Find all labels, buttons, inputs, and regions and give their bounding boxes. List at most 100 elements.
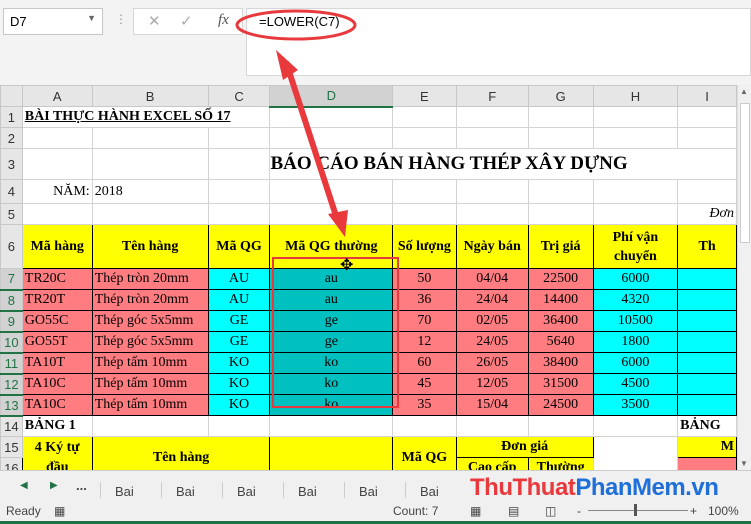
data-cell[interactable]: Thép tấm 10mm [91, 373, 209, 395]
cell[interactable] [269, 203, 394, 225]
data-cell[interactable]: AU [207, 289, 271, 311]
data-cell[interactable]: 45 [392, 373, 457, 395]
data-cell[interactable] [677, 373, 737, 395]
data-cell[interactable] [677, 268, 737, 290]
row-header[interactable]: 8 [0, 289, 23, 312]
scroll-thumb[interactable] [740, 103, 750, 243]
data-cell[interactable]: 10500 [592, 310, 679, 332]
data-cell[interactable]: 04/04 [455, 268, 529, 290]
macro-record-icon[interactable]: ▦ [54, 504, 65, 518]
cell[interactable] [677, 106, 737, 128]
column-title[interactable]: Mã QG thường [269, 224, 394, 269]
cell[interactable] [527, 127, 594, 149]
zoom-in-button[interactable]: + [690, 504, 697, 518]
row-header[interactable]: 11 [0, 352, 23, 375]
data-cell[interactable]: 12 [392, 331, 457, 353]
cell[interactable] [592, 415, 679, 437]
cell[interactable] [527, 179, 594, 204]
cell[interactable] [455, 179, 529, 204]
data-cell[interactable]: ge [269, 331, 394, 353]
cell[interactable] [21, 148, 93, 180]
data-cell[interactable]: TA10T [21, 352, 93, 374]
table1-col-empty[interactable] [269, 436, 394, 470]
data-cell[interactable]: Thép tròn 20mm [91, 268, 209, 290]
column-title[interactable]: Phí vận chuyển [592, 224, 679, 269]
cell[interactable] [392, 203, 457, 225]
data-cell[interactable]: 36400 [527, 310, 594, 332]
data-cell[interactable]: KO [207, 394, 271, 416]
cell[interactable] [392, 179, 457, 204]
page-layout-icon[interactable]: ▤ [508, 504, 519, 518]
cell[interactable] [269, 106, 394, 128]
unit-label[interactable]: Đơn [677, 203, 737, 225]
cell[interactable] [207, 148, 271, 180]
row-header[interactable]: 4 [0, 179, 23, 204]
data-cell[interactable] [677, 331, 737, 353]
row-header[interactable]: 6 [0, 224, 23, 269]
data-cell[interactable]: AU [207, 268, 271, 290]
column-header-c[interactable]: C [207, 85, 271, 107]
data-cell[interactable]: 24/04 [455, 289, 529, 311]
data-cell[interactable]: ko [269, 394, 394, 416]
data-cell[interactable]: 24500 [527, 394, 594, 416]
zoom-slider-thumb[interactable] [634, 504, 637, 516]
row-header[interactable]: 5 [0, 203, 23, 225]
data-cell[interactable]: TR20C [21, 268, 93, 290]
cell[interactable] [592, 179, 679, 204]
cell[interactable] [207, 127, 271, 149]
data-cell[interactable]: 15/04 [455, 394, 529, 416]
insert-function-icon[interactable]: fx [218, 12, 229, 29]
data-cell[interactable]: ko [269, 373, 394, 395]
column-header-e[interactable]: E [392, 85, 457, 107]
cell[interactable] [592, 436, 679, 470]
scroll-up-icon[interactable]: ▲ [740, 87, 748, 96]
data-cell[interactable]: 02/05 [455, 310, 529, 332]
column-title[interactable]: Số lượng [392, 224, 457, 269]
data-cell[interactable]: KO [207, 373, 271, 395]
cell[interactable] [592, 106, 679, 128]
row-header[interactable]: 7 [0, 268, 23, 291]
table2-col-partial[interactable]: M [677, 436, 737, 458]
table1-col-code[interactable]: Mã QG [392, 436, 457, 470]
next-sheet-icon[interactable]: ▶ [50, 480, 58, 491]
row-header[interactable]: 14 [0, 415, 23, 437]
formula-input[interactable]: =LOWER(C7) [246, 8, 751, 76]
data-cell[interactable]: au [269, 268, 394, 290]
cell[interactable] [527, 415, 594, 437]
data-cell[interactable]: TA10C [21, 394, 93, 416]
normal-view-icon[interactable]: ▦ [470, 504, 481, 518]
data-cell[interactable]: 50 [392, 268, 457, 290]
cell[interactable] [91, 203, 209, 225]
prev-sheet-icon[interactable]: ◀ [20, 480, 28, 491]
cell[interactable] [21, 127, 93, 149]
column-title[interactable]: Ngày bán [455, 224, 529, 269]
data-cell[interactable]: Thép góc 5x5mm [91, 310, 209, 332]
table1-col-price[interactable]: Đơn giá [455, 436, 594, 458]
cell[interactable] [455, 106, 529, 128]
report-title[interactable]: BÁO CÁO BÁN HÀNG THÉP XÂY DỰNG [269, 148, 737, 180]
data-cell[interactable] [677, 394, 737, 416]
column-header-h[interactable]: H [592, 85, 679, 107]
data-cell[interactable]: 6000 [592, 352, 679, 374]
data-cell[interactable]: 36 [392, 289, 457, 311]
cell[interactable] [677, 457, 737, 470]
column-header-b[interactable]: B [91, 85, 209, 107]
row-header[interactable]: 1 [0, 106, 23, 128]
zoom-slider[interactable] [588, 510, 688, 511]
data-cell[interactable]: Thép tấm 10mm [91, 394, 209, 416]
cell[interactable] [269, 127, 394, 149]
data-cell[interactable] [677, 352, 737, 374]
enter-icon[interactable]: ✓ [180, 12, 193, 30]
data-cell[interactable]: 1800 [592, 331, 679, 353]
data-cell[interactable]: ge [269, 310, 394, 332]
data-cell[interactable]: TA10C [21, 373, 93, 395]
data-cell[interactable]: 70 [392, 310, 457, 332]
row-header[interactable]: 15 [0, 436, 23, 458]
table2-label[interactable]: BẢNG [677, 415, 737, 437]
cell[interactable] [207, 179, 271, 204]
row-header[interactable]: 12 [0, 373, 23, 396]
column-header-d[interactable]: D [269, 85, 394, 108]
table1-col-name[interactable]: Tên hàng [91, 436, 271, 470]
cell[interactable] [21, 203, 93, 225]
cell[interactable] [392, 415, 457, 437]
